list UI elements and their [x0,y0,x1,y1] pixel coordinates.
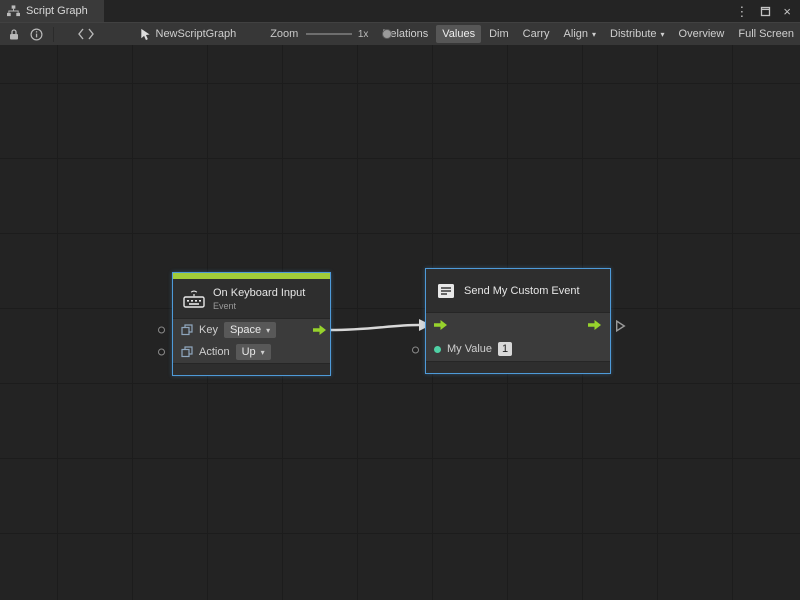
graph-toolbar: NewScriptGraph Zoom 1x Relations Values … [0,22,800,45]
action-dropdown[interactable]: Up ▾ [236,344,271,360]
my-value-row: My Value 1 [426,337,610,361]
zoom-slider[interactable] [306,28,352,40]
keyboard-icon [183,289,205,308]
node-header[interactable]: On Keyboard Input Event [173,279,330,319]
graph-breadcrumb[interactable]: NewScriptGraph [140,28,237,41]
carry-button[interactable]: Carry [517,25,556,43]
script-graph-icon [7,5,20,17]
variable-icon [181,324,193,336]
lock-icon[interactable] [8,28,20,41]
trigger-output-port[interactable] [588,319,602,331]
flow-row [426,313,610,337]
distribute-dropdown-button[interactable]: Distribute▾ [604,25,670,43]
zoom-label: Zoom [270,28,298,40]
node-footer [173,363,330,375]
tab-title: Script Graph [26,5,88,17]
node-subtitle: Event [213,301,305,311]
key-row: Key Space ▾ [173,319,330,341]
graph-name: NewScriptGraph [156,28,237,40]
graph-canvas[interactable]: On Keyboard Input Event Key Space ▾ [0,45,800,600]
my-value-outer-port[interactable] [412,347,419,354]
full-screen-button[interactable]: Full Screen [732,25,800,43]
titlebar: Script Graph ⋮ × [0,0,800,22]
zoom-slider-track [306,33,352,35]
zoom-value: 1x [358,29,369,40]
chevron-down-icon: ▾ [592,30,596,39]
custom-event-icon [436,282,456,300]
node-title: On Keyboard Input [213,287,305,299]
cursor-icon [140,28,151,41]
toolbar-separator [53,27,54,42]
chevron-down-icon: ▾ [261,348,265,357]
align-dropdown-button[interactable]: Align▾ [558,25,602,43]
chevron-down-icon: ▾ [661,30,665,39]
node-footer [426,361,610,373]
my-value-label: My Value [447,343,492,355]
connection-wire [0,45,800,600]
my-value-input[interactable]: 1 [498,342,512,356]
value-input-port[interactable] [434,346,441,353]
key-input-port[interactable] [158,327,165,334]
window-menu-icon[interactable]: ⋮ [735,5,748,18]
key-dropdown[interactable]: Space ▾ [224,322,276,338]
titlebar-drag-area [104,0,736,22]
overview-button[interactable]: Overview [673,25,731,43]
action-label: Action [199,346,230,358]
trigger-input-port[interactable] [434,319,448,331]
code-view-icon[interactable] [78,28,94,40]
node-header[interactable]: Send My Custom Event [426,269,610,313]
key-label: Key [199,324,218,336]
action-input-port[interactable] [158,349,165,356]
node-title: Send My Custom Event [464,285,580,297]
node-send-my-custom-event[interactable]: Send My Custom Event My Value 1 [425,268,611,374]
list-output-port[interactable] [615,320,626,333]
maximize-icon[interactable] [760,6,771,17]
trigger-output-port[interactable] [313,324,327,336]
chevron-down-icon: ▾ [266,326,270,335]
info-icon[interactable] [30,28,43,41]
dim-button[interactable]: Dim [483,25,515,43]
values-button[interactable]: Values [436,25,481,43]
close-icon[interactable]: × [783,5,791,18]
tab-script-graph[interactable]: Script Graph [0,0,104,22]
variable-icon [181,346,193,358]
node-on-keyboard-input[interactable]: On Keyboard Input Event Key Space ▾ [172,272,331,376]
action-row: Action Up ▾ [173,341,330,363]
